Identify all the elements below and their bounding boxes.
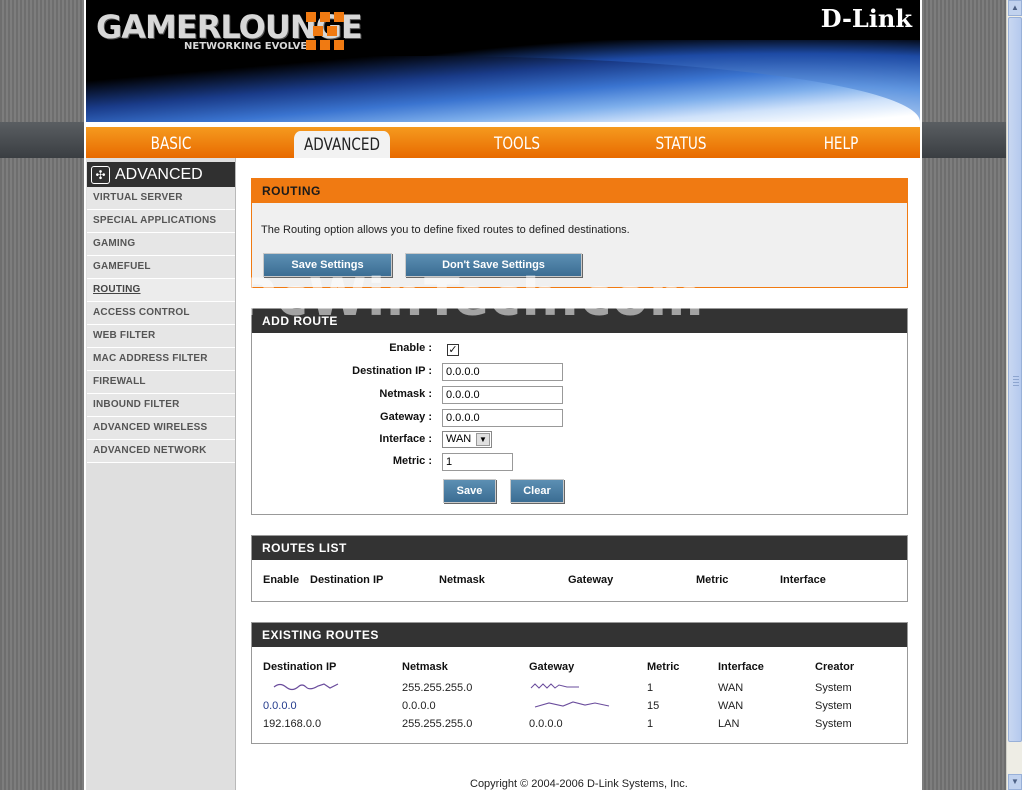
save-route-button[interactable]: Save (443, 479, 496, 503)
destination-ip-row: Destination IP : 0.0.0.0 (252, 363, 907, 383)
routes-list-section: ROUTES LIST Enable Destination IP Netmas… (251, 535, 908, 602)
sidebar-item-special-applications[interactable]: SPECIAL APPLICATIONS (87, 210, 235, 233)
copyright-footer: Copyright © 2004-2006 D-Link Systems, In… (470, 778, 688, 790)
existing-col-destination: Destination IP (263, 661, 337, 673)
sidebar-item-web-filter[interactable]: WEB FILTER (87, 325, 235, 348)
sidebar-item-advanced-network[interactable]: ADVANCED NETWORK (87, 440, 235, 463)
grip-line (1013, 385, 1019, 386)
routes-list-col-destination: Destination IP (310, 574, 384, 586)
grip-line (1013, 376, 1019, 377)
table-cell: 255.255.255.0 (402, 682, 473, 694)
sidebar: ✣ ADVANCED VIRTUAL SERVER SPECIAL APPLIC… (86, 158, 236, 790)
table-cell: WAN (718, 700, 744, 712)
sidebar-item-mac-address-filter[interactable]: MAC ADDRESS FILTER (87, 348, 235, 371)
table-cell: 192.168.0.0 (263, 718, 322, 730)
existing-col-metric: Metric (647, 661, 680, 673)
table-cell: 1 (647, 682, 654, 694)
main-nav: BASIC ADVANCED TOOLS STATUS HELP (86, 127, 920, 158)
tab-status[interactable]: STATUS (637, 127, 725, 158)
sidebar-item-firewall[interactable]: FIREWALL (87, 371, 235, 394)
dlink-brand: D-Link (820, 4, 912, 33)
existing-col-netmask: Netmask (402, 661, 448, 673)
redacted-text (273, 683, 339, 691)
existing-col-gateway: Gateway (529, 661, 575, 673)
gateway-field[interactable]: 0.0.0.0 (442, 409, 563, 427)
routes-list-col-gateway: Gateway (568, 574, 614, 586)
table-cell: 0.0.0.0 (529, 718, 563, 730)
gateway-row: Gateway : 0.0.0.0 (252, 409, 907, 429)
advanced-icon: ✣ (91, 166, 110, 184)
routes-list-col-netmask: Netmask (439, 574, 485, 586)
grip-line (1013, 379, 1019, 380)
metric-label: Metric : (392, 455, 432, 467)
chevron-down-icon[interactable]: ▼ (476, 433, 490, 446)
existing-col-creator: Creator (815, 661, 855, 673)
existing-routes-section: EXISTING ROUTES Destination IP Netmask G… (251, 622, 908, 744)
clear-route-button[interactable]: Clear (510, 479, 564, 503)
routes-list-col-metric: Metric (696, 574, 729, 586)
vertical-scrollbar[interactable]: ▲ ▼ (1006, 0, 1022, 790)
tab-basic[interactable]: BASIC (127, 127, 215, 158)
redacted-text (534, 701, 610, 708)
redacted-text (530, 683, 579, 689)
tab-help[interactable]: HELP (797, 127, 885, 158)
table-cell: 255.255.255.0 (402, 718, 473, 730)
interface-label: Interface : (379, 433, 432, 445)
interface-select-value: WAN (446, 433, 472, 445)
router-page: GAMERLOUNGE NETWORKING EVOLVED D-Link BA… (84, 0, 922, 790)
logo-mark-icon (304, 10, 346, 52)
tab-advanced[interactable]: ADVANCED (294, 131, 390, 158)
gateway-label: Gateway : (380, 411, 432, 423)
enable-checkbox[interactable]: ✓ (447, 344, 459, 356)
interface-row: Interface : WAN ▼ (252, 431, 907, 451)
routing-description: The Routing option allows you to define … (261, 224, 630, 236)
netmask-field[interactable]: 0.0.0.0 (442, 386, 563, 404)
metric-field[interactable]: 1 (442, 453, 513, 471)
logo-tagline: NETWORKING EVOLVED (184, 41, 316, 52)
table-cell: WAN (718, 682, 744, 694)
sidebar-item-access-control[interactable]: ACCESS CONTROL (87, 302, 235, 325)
metric-row: Metric : 1 (252, 453, 907, 473)
sidebar-item-gaming[interactable]: GAMING (87, 233, 235, 256)
enable-row: Enable : ✓ (252, 342, 907, 362)
table-cell: System (815, 682, 852, 694)
watermark: PcWinTech.com (238, 268, 705, 328)
routing-title: ROUTING (252, 179, 907, 203)
routes-list-title: ROUTES LIST (252, 536, 907, 560)
routes-list-col-enable: Enable (263, 574, 300, 586)
sidebar-item-inbound-filter[interactable]: INBOUND FILTER (87, 394, 235, 417)
sidebar-title: ✣ ADVANCED (87, 162, 235, 188)
netmask-row: Netmask : 0.0.0.0 (252, 386, 907, 406)
sidebar-item-gamefuel[interactable]: GAMEFUEL (87, 256, 235, 279)
netmask-label: Netmask : (379, 388, 432, 400)
sidebar-title-label: ADVANCED (115, 166, 203, 183)
sidebar-item-advanced-wireless[interactable]: ADVANCED WIRELESS (87, 417, 235, 440)
scroll-down-icon[interactable]: ▼ (1008, 774, 1022, 790)
table-cell: LAN (718, 718, 740, 730)
table-cell: 1 (647, 718, 654, 730)
scroll-up-icon[interactable]: ▲ (1008, 0, 1022, 16)
add-route-section: ADD ROUTE Enable : ✓ Destination IP : 0.… (251, 308, 908, 515)
sidebar-item-virtual-server[interactable]: VIRTUAL SERVER (87, 187, 235, 210)
header-banner: GAMERLOUNGE NETWORKING EVOLVED D-Link (86, 0, 920, 122)
existing-routes-title: EXISTING ROUTES (252, 623, 907, 647)
destination-ip-label: Destination IP : (352, 365, 432, 377)
grip-line (1013, 382, 1019, 383)
table-cell: 15 (647, 700, 660, 712)
existing-col-interface: Interface (718, 661, 764, 673)
scrollbar-thumb[interactable] (1008, 17, 1022, 742)
table-cell: System (815, 700, 852, 712)
tab-tools[interactable]: TOOLS (473, 127, 561, 158)
table-cell: System (815, 718, 852, 730)
table-cell: 0.0.0.0 (263, 700, 297, 712)
enable-label: Enable : (389, 342, 432, 354)
table-cell: 0.0.0.0 (402, 700, 436, 712)
sidebar-item-routing[interactable]: ROUTING (87, 279, 235, 302)
interface-select[interactable]: WAN ▼ (442, 431, 492, 448)
destination-ip-field[interactable]: 0.0.0.0 (442, 363, 563, 381)
routes-list-col-interface: Interface (780, 574, 826, 586)
